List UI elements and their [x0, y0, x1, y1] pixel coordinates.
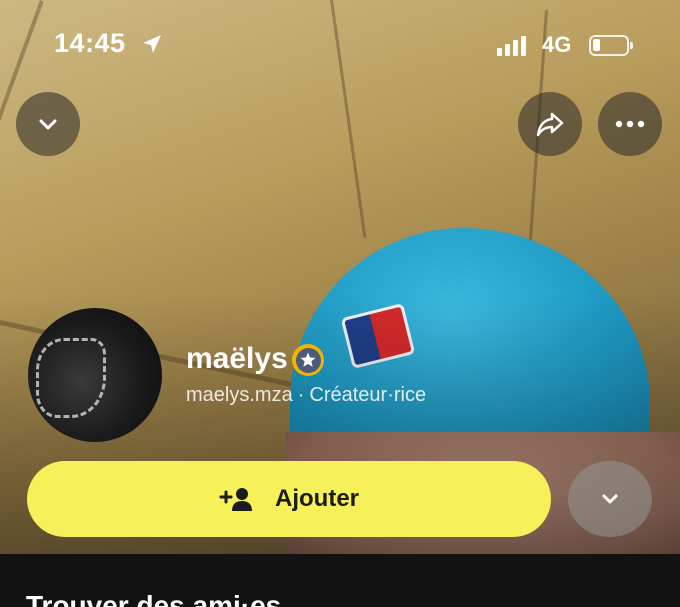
- network-label: 4G: [542, 32, 572, 57]
- section-title: Trouver des ami·es: [26, 590, 282, 607]
- battery-icon: [589, 35, 633, 56]
- display-name: maëlys: [186, 342, 288, 375]
- star-badge-icon[interactable]: [292, 344, 324, 376]
- signal-icon: [497, 36, 526, 56]
- avatar-detail: [36, 338, 106, 418]
- expand-options-button[interactable]: [568, 461, 652, 537]
- location-arrow-icon: [140, 32, 164, 61]
- add-friend-icon: [219, 488, 252, 511]
- creator-role: Créateur·rice: [309, 384, 427, 406]
- ellipsis-icon: [615, 120, 645, 128]
- profile-subline: maelys.mza · Créateur·rice: [186, 384, 426, 407]
- avatar[interactable]: [28, 308, 162, 442]
- status-time: 14:45: [54, 28, 126, 58]
- separator: ·: [297, 384, 305, 406]
- collapse-button[interactable]: [16, 92, 80, 156]
- chevron-down-icon: [602, 494, 618, 504]
- add-button-label: Ajouter: [275, 485, 359, 512]
- chevron-down-icon: [39, 119, 57, 130]
- share-arrow-icon: [536, 112, 564, 137]
- add-friend-button[interactable]: Ajouter: [27, 461, 551, 537]
- status-bar: 14:45 4G: [0, 0, 680, 90]
- share-button[interactable]: [518, 92, 582, 156]
- more-options-button[interactable]: [598, 92, 662, 156]
- username: maelys.mza: [186, 384, 293, 406]
